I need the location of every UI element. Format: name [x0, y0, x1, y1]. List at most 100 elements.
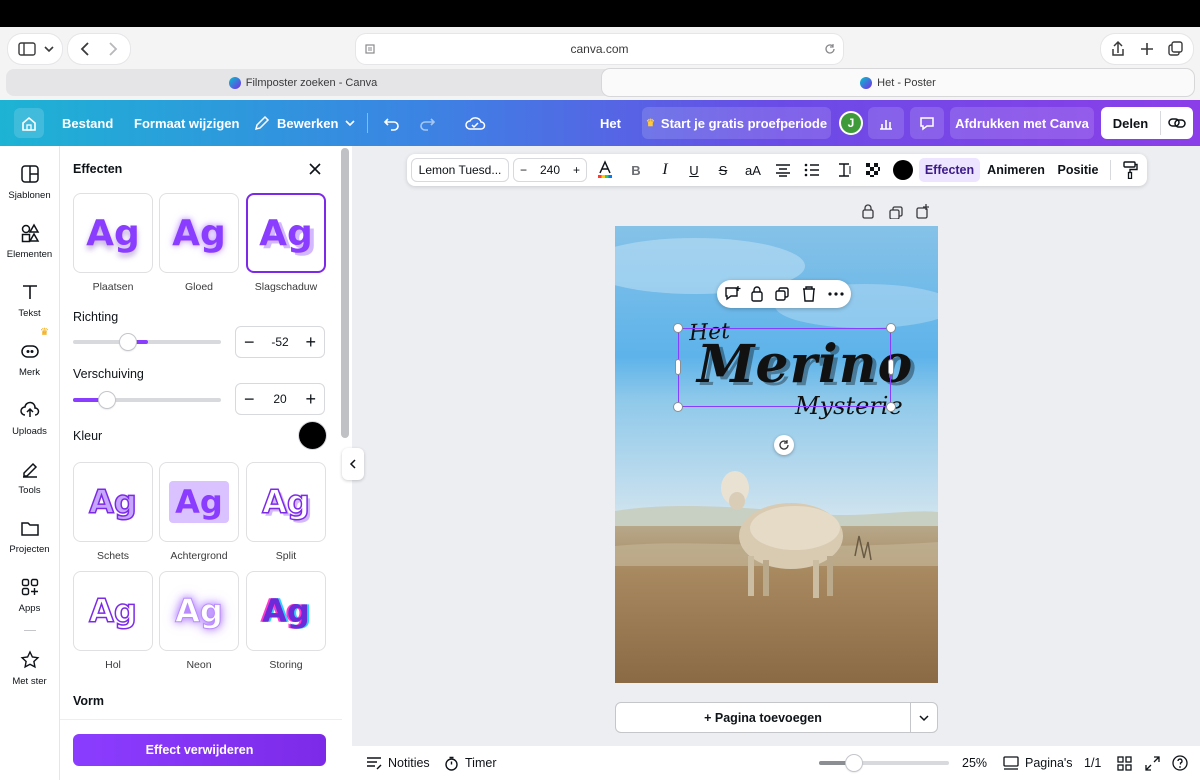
avatar-button[interactable]: J [839, 100, 863, 146]
address-bar[interactable]: canva.com [356, 34, 843, 64]
resize-handle[interactable] [673, 323, 683, 333]
notes-button[interactable]: Notities [366, 746, 430, 780]
offset-slider-handle[interactable] [99, 392, 115, 408]
grid-view-button[interactable] [1117, 746, 1132, 780]
more-icon[interactable] [828, 292, 844, 296]
font-family-select[interactable]: Lemon Tuesd... [411, 158, 509, 182]
effect-card-lift[interactable]: Ag [73, 193, 153, 273]
decrement-icon[interactable]: − [520, 163, 527, 177]
cloud-save-button[interactable] [464, 100, 486, 146]
copy-link-button[interactable] [1161, 107, 1193, 139]
reload-icon[interactable] [823, 42, 837, 56]
effects-tab[interactable]: Effecten [919, 158, 980, 182]
zoom-slider-handle[interactable] [846, 755, 862, 771]
color-swatch[interactable] [299, 422, 326, 449]
lock-icon[interactable] [751, 286, 763, 302]
direction-slider-handle[interactable] [120, 334, 136, 350]
zoom-level[interactable]: 25% [962, 746, 987, 780]
forward-icon[interactable] [109, 42, 118, 56]
effect-card-glow[interactable]: Ag [159, 193, 239, 273]
redo-button[interactable] [417, 100, 437, 146]
animate-button[interactable]: Animeren [986, 154, 1046, 186]
effect-card-hollow[interactable]: Ag [73, 571, 153, 651]
file-menu[interactable]: Bestand [62, 100, 113, 146]
font-size-value[interactable]: 240 [540, 163, 560, 177]
position-button[interactable]: Positie [1053, 154, 1103, 186]
align-button[interactable] [771, 154, 795, 186]
decrement-icon[interactable]: − [244, 333, 255, 351]
direction-value[interactable]: -52 [271, 335, 288, 349]
resize-menu[interactable]: Formaat wijzigen [134, 100, 239, 146]
pages-button[interactable]: Pagina's [1003, 746, 1073, 780]
italic-button[interactable]: I [653, 154, 677, 186]
print-button[interactable]: Afdrukken met Canva [950, 107, 1094, 139]
transparency-button[interactable] [861, 154, 885, 186]
rail-item-elements[interactable]: Elementen [0, 223, 59, 260]
case-button[interactable]: aA [740, 154, 766, 186]
strikethrough-button[interactable]: S [711, 154, 735, 186]
effect-card-background[interactable]: Ag [159, 462, 239, 542]
duplicate-icon[interactable] [889, 206, 903, 219]
add-page-button[interactable]: + Pagina toevoegen [616, 703, 910, 732]
trash-icon[interactable] [803, 286, 815, 302]
text-color-button[interactable] [593, 154, 617, 186]
rail-item-templates[interactable]: Sjablonen [0, 164, 59, 201]
back-icon[interactable] [80, 42, 89, 56]
offset-stepper[interactable]: − 20 + [235, 383, 325, 415]
increment-icon[interactable]: + [305, 390, 316, 408]
add-comment-icon[interactable] [725, 286, 741, 301]
fullscreen-button[interactable] [1145, 746, 1160, 780]
effect-card-split[interactable]: Ag [246, 462, 326, 542]
add-page-dropdown[interactable] [911, 703, 937, 732]
resize-handle[interactable] [886, 323, 896, 333]
timer-button[interactable]: Timer [444, 746, 496, 780]
effect-card-glitch[interactable]: Ag [246, 571, 326, 651]
add-page-icon[interactable] [916, 204, 929, 219]
increment-icon[interactable]: + [573, 163, 580, 177]
effect-card-neon[interactable]: Ag [159, 571, 239, 651]
edit-menu[interactable]: Bewerken [253, 100, 356, 146]
effect-card-drop-shadow[interactable]: Ag [246, 193, 326, 273]
duplicate-icon[interactable] [775, 287, 789, 301]
spacing-button[interactable] [832, 154, 856, 186]
list-button[interactable] [800, 154, 824, 186]
remove-effect-button[interactable]: Effect verwijderen [73, 734, 326, 766]
resize-handle[interactable] [888, 359, 894, 375]
document-title[interactable]: Het [600, 100, 621, 146]
increment-icon[interactable]: + [305, 333, 316, 351]
tab-filmposter[interactable]: Filmposter zoeken - Canva [6, 69, 600, 96]
rotate-handle[interactable] [774, 435, 794, 455]
sidebar-toggle-button[interactable] [8, 34, 62, 64]
rail-item-text[interactable]: Tekst [0, 282, 59, 319]
panel-scrollbar[interactable] [341, 148, 349, 438]
effect-color-swatch[interactable] [893, 160, 913, 180]
new-tab-icon[interactable] [1141, 43, 1153, 55]
resize-handle[interactable] [886, 402, 896, 412]
tab-het-poster[interactable]: Het - Poster [602, 69, 1194, 96]
rail-item-starred[interactable]: Met ster [0, 650, 59, 687]
insights-button[interactable] [868, 107, 904, 139]
trial-button[interactable]: ♛ Start je gratis proefperiode [642, 107, 831, 139]
resize-handle[interactable] [675, 359, 681, 375]
reader-icon[interactable] [364, 43, 376, 55]
share-button[interactable]: Delen [1101, 107, 1160, 139]
tabs-overview-icon[interactable] [1168, 41, 1183, 56]
comments-button[interactable] [910, 107, 944, 139]
rail-item-brand[interactable]: Merk ♛ [0, 327, 59, 378]
direction-stepper[interactable]: − -52 + [235, 326, 325, 358]
decrement-icon[interactable]: − [244, 390, 255, 408]
share-icon[interactable] [1112, 40, 1124, 56]
collapse-panel-button[interactable] [342, 448, 364, 480]
lock-icon[interactable] [862, 204, 874, 219]
effect-card-outline[interactable]: Ag [73, 462, 153, 542]
bold-button[interactable]: B [624, 154, 648, 186]
offset-value[interactable]: 20 [273, 392, 286, 406]
rail-item-apps[interactable]: Apps [0, 577, 59, 614]
rail-item-tools[interactable]: Tools [0, 459, 59, 496]
copy-style-button[interactable] [1117, 154, 1143, 186]
font-size-stepper[interactable]: − 240 + [513, 158, 587, 182]
close-icon[interactable] [308, 162, 322, 176]
home-button[interactable] [14, 100, 44, 146]
selection-box[interactable] [678, 328, 891, 407]
help-button[interactable] [1172, 746, 1188, 780]
